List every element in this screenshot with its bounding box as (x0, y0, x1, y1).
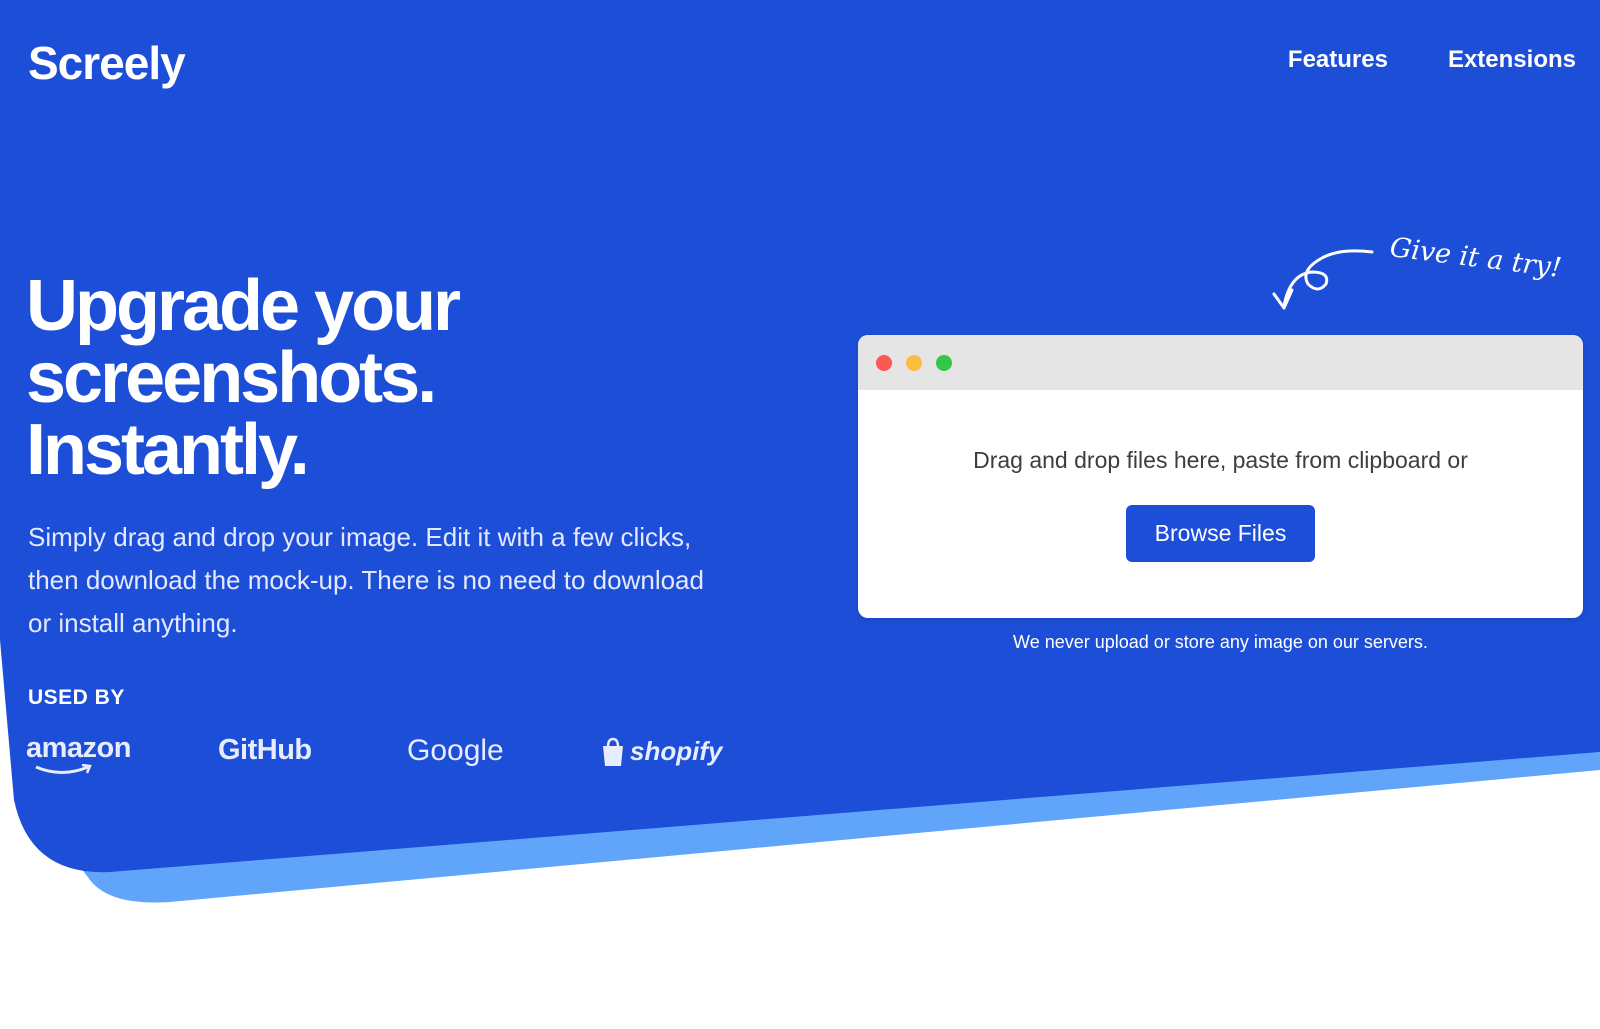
google-logo: Google (407, 734, 504, 767)
window-titlebar (858, 335, 1583, 390)
headline-line-1: Upgrade your (26, 266, 461, 346)
shopify-bag-icon (603, 737, 623, 766)
shopify-logo: shopify (600, 736, 722, 767)
amazon-smile-icon (35, 764, 92, 774)
browse-files-button[interactable]: Browse Files (1126, 505, 1315, 562)
window-close-dot (876, 355, 892, 371)
headline-line-2: screenshots. (26, 338, 437, 418)
top-nav: Features Extensions (1288, 46, 1576, 74)
curly-arrow-icon (1272, 249, 1374, 310)
shopify-logo-text: shopify (630, 736, 723, 766)
customer-logos: amazon GitHub Google shopify (26, 730, 726, 790)
hero-description: Simply drag and drop your image. Edit it… (28, 522, 704, 638)
upload-window[interactable]: Drag and drop files here, paste from cli… (858, 335, 1583, 618)
privacy-note: We never upload or store any image on ou… (1013, 632, 1428, 652)
nav-extensions-link[interactable]: Extensions (1448, 46, 1576, 74)
hero-headline: Upgrade your screenshots. Instantly. (26, 270, 586, 486)
window-minimize-dot (906, 355, 922, 371)
nav-features-link[interactable]: Features (1288, 46, 1388, 74)
dropzone-instructions: Drag and drop files here, paste from cli… (973, 447, 1468, 473)
window-maximize-dot (936, 355, 952, 371)
github-logo: GitHub (218, 734, 312, 766)
brand-logo[interactable]: Screely (28, 36, 186, 90)
amazon-logo-text: amazon (26, 732, 131, 764)
used-by-label: USED BY (28, 686, 125, 709)
amazon-logo: amazon (26, 732, 131, 774)
headline-line-3: Instantly. (26, 410, 310, 490)
